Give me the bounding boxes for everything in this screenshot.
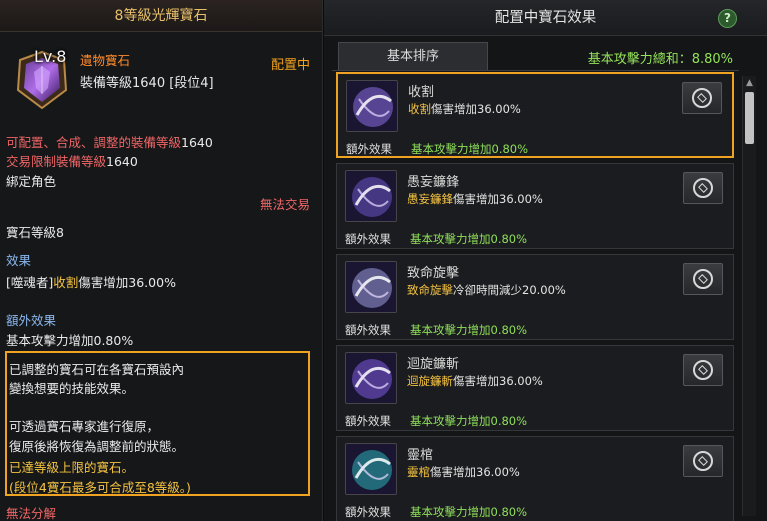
- effect-line: [噬魂者]收割傷害增加36.00%: [6, 275, 176, 290]
- extra-header: 額外效果: [6, 313, 57, 328]
- tab-basic-sort[interactable]: 基本排序: [338, 42, 488, 70]
- vortex-icon: [345, 261, 397, 313]
- bound-character: 綁定角色: [6, 174, 57, 189]
- skill-name: 致命旋擊: [407, 266, 460, 281]
- skill-name: 愚妄鐮鋒: [407, 175, 460, 190]
- notice-line: 已達等級上限的寶石。: [9, 460, 135, 475]
- tooltip-title: 8等級光輝寶石: [0, 0, 322, 32]
- help-icon[interactable]: ?: [718, 9, 737, 28]
- extra-effect-value: 基本攻擊力增加0.80%: [410, 232, 528, 246]
- skill-effect: 收割傷害增加36.00%: [408, 102, 521, 116]
- reaper-swirl-icon: [346, 80, 398, 132]
- extra-effect-value: 基本攻擊力增加0.80%: [410, 323, 528, 337]
- extra-effect-label: 額外效果: [346, 142, 392, 156]
- config-requirement: 可配置、合成、調整的裝備等級1640: [6, 135, 213, 150]
- gem-level: 寶石等級8: [6, 225, 64, 240]
- trade-limit: 交易限制裝備等級1640: [6, 154, 138, 169]
- gem-effect-card[interactable]: 靈棺靈棺傷害增加36.00% 額外效果 基本攻擊力增加0.80%: [336, 436, 734, 521]
- scroll-up-icon[interactable]: ▲: [743, 76, 756, 90]
- gem-swap-button[interactable]: [683, 172, 723, 204]
- gem-swap-button[interactable]: [682, 82, 722, 114]
- panel-title: 配置中寶石效果: [324, 0, 767, 36]
- gem-effect-card[interactable]: 致命旋擊致命旋擊冷卻時間減少20.00% 額外效果 基本攻擊力增加0.80%: [336, 254, 734, 340]
- notice-line: 已調整的寶石可在各寶石預設內: [9, 362, 185, 377]
- no-trade-label: 無法交易: [259, 197, 310, 212]
- extra-effect-line: 基本攻擊力增加0.80%: [6, 333, 134, 348]
- gem-header: Lv.8 遺物寶石 裝備等級1640 [段位4] 配置中: [6, 44, 316, 120]
- gem-swap-button[interactable]: [683, 354, 723, 386]
- skill-effect: 愚妄鐮鋒傷害增加36.00%: [407, 192, 543, 206]
- level-badge: Lv.8: [34, 47, 67, 66]
- gem-swap-button[interactable]: [683, 263, 723, 295]
- notice-box: 已調整的寶石可在各寶石預設內 變換想要的技能效果。 可透過寶石專家進行復原， 復…: [5, 351, 310, 496]
- extra-effect-value: 基本攻擊力增加0.80%: [410, 414, 528, 428]
- extra-effect-label: 額外效果: [345, 232, 391, 246]
- extra-effect-label: 額外效果: [345, 505, 391, 519]
- equipped-gem-effects-panel: 配置中寶石效果 ? 基本排序 基本攻擊力總和：8.80% 收割收割傷害增加36.…: [324, 0, 767, 521]
- notice-line: 復原後將恢復為調整前的狀態。: [9, 439, 185, 454]
- notice-line: 可透過寶石專家進行復原，: [9, 419, 160, 434]
- extra-effect-value: 基本攻擊力增加0.80%: [410, 505, 528, 519]
- equip-level: 裝備等級1640 [段位4]: [80, 76, 214, 91]
- equipped-status: 配置中: [270, 58, 310, 73]
- tab-divider: [332, 70, 739, 71]
- extra-effect-value: 基本攻擊力增加0.80%: [411, 142, 529, 156]
- scroll-thumb[interactable]: [745, 92, 754, 144]
- scythe-icon: [345, 170, 397, 222]
- extra-effect-label: 額外效果: [345, 323, 391, 337]
- extra-effect-label: 額外效果: [345, 414, 391, 428]
- gem-swap-button[interactable]: [683, 445, 723, 477]
- gem-effect-card[interactable]: 愚妄鐮鋒愚妄鐮鋒傷害增加36.00% 額外效果 基本攻擊力增加0.80%: [336, 163, 734, 249]
- no-disassemble-label: 無法分解: [6, 506, 57, 521]
- gem-effect-card[interactable]: 迴旋鐮斬迴旋鐮斬傷害增加36.00% 額外效果 基本攻擊力增加0.80%: [336, 345, 734, 431]
- scrollbar[interactable]: ▲: [742, 76, 756, 516]
- skill-effect: 靈棺傷害增加36.00%: [407, 465, 520, 479]
- skill-effect: 致命旋擊冷卻時間減少20.00%: [407, 283, 566, 297]
- skill-effect: 迴旋鐮斬傷害增加36.00%: [407, 374, 543, 388]
- effect-header: 效果: [6, 253, 32, 268]
- gem-effect-card[interactable]: 收割收割傷害增加36.00% 額外效果 基本攻擊力增加0.80%: [336, 72, 734, 158]
- gem-type: 遺物寶石: [80, 53, 131, 68]
- notice-line: (段位4寶石最多可合成至8等級。): [9, 480, 191, 495]
- notice-line: 變換想要的技能效果。: [9, 381, 135, 396]
- skill-name: 靈棺: [407, 448, 434, 463]
- attack-total: 基本攻擊力總和：8.80%: [587, 52, 733, 67]
- spin-slash-icon: [345, 352, 397, 404]
- gem-tooltip: 8等級光輝寶石 Lv.8 遺物寶石 裝備等級1640 [段位4] 配置中 可配置…: [0, 0, 323, 521]
- spirit-coffin-icon: [345, 443, 397, 495]
- skill-name: 收割: [408, 85, 435, 100]
- skill-name: 迴旋鐮斬: [407, 357, 460, 372]
